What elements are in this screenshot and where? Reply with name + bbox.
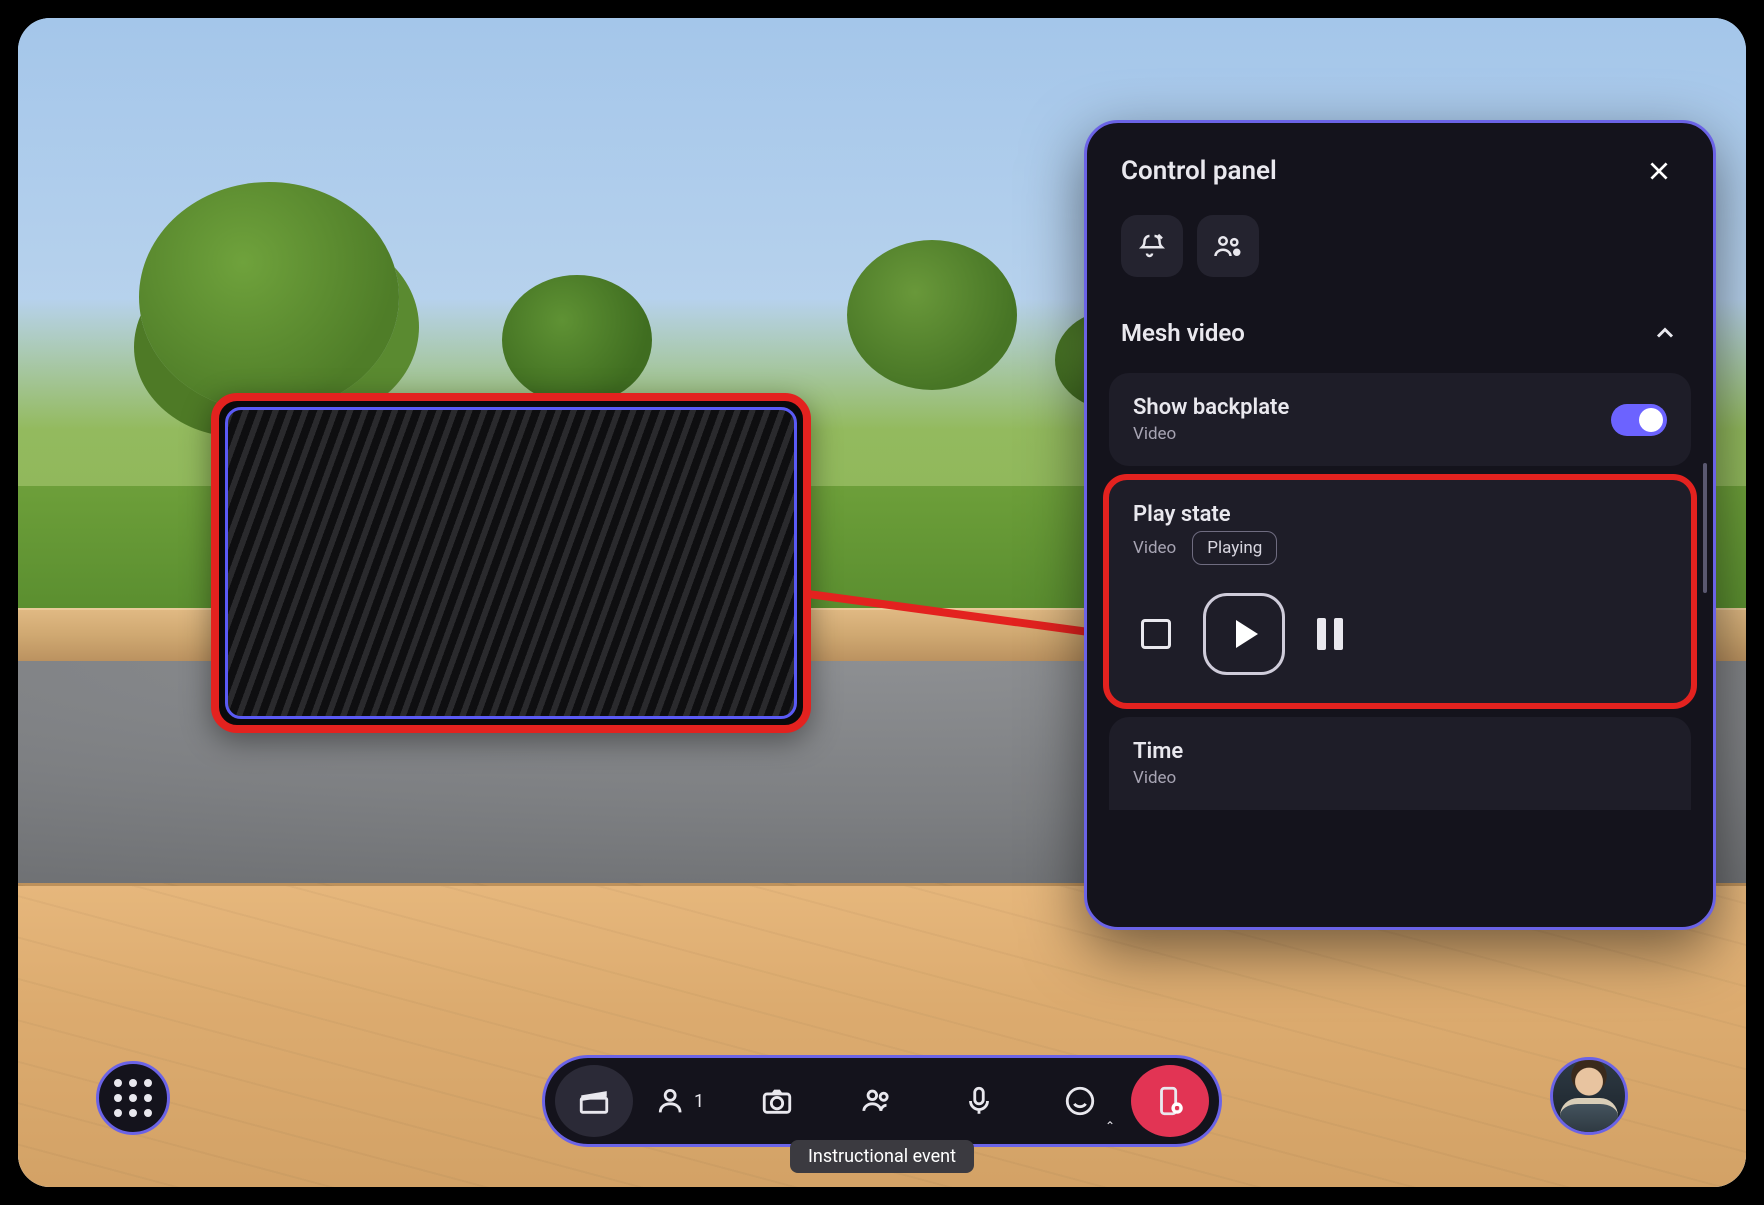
- play-button[interactable]: [1203, 593, 1285, 675]
- scene-3d-environment: Control panel Mesh video: [18, 18, 1746, 1187]
- notifications-button[interactable]: [1121, 215, 1183, 277]
- clapperboard-icon: [577, 1084, 611, 1118]
- people-icon: [1213, 231, 1243, 261]
- person-icon: [656, 1084, 690, 1118]
- leave-icon: [1153, 1084, 1187, 1118]
- toggle-knob: [1639, 408, 1663, 432]
- playstate-badge: Playing: [1192, 531, 1277, 565]
- section-header-mesh-video[interactable]: Mesh video: [1087, 301, 1713, 365]
- participants-button[interactable]: [1197, 215, 1259, 277]
- microphone-icon: [962, 1084, 996, 1118]
- backplate-sub: Video: [1133, 424, 1289, 444]
- stop-icon: [1141, 619, 1171, 649]
- media-controls: [1133, 593, 1667, 675]
- people-count: 1: [694, 1091, 704, 1112]
- smile-icon: [1063, 1084, 1097, 1118]
- chevron-up-icon: [1651, 319, 1679, 347]
- show-backplate-card: Show backplate Video: [1109, 373, 1691, 466]
- panel-title: Control panel: [1121, 156, 1277, 186]
- playstate-sub: Video: [1133, 538, 1176, 558]
- app-launcher-button[interactable]: [96, 1061, 170, 1135]
- people-count-button[interactable]: 1: [635, 1065, 725, 1137]
- video-content: [225, 407, 797, 719]
- close-button[interactable]: [1639, 151, 1679, 191]
- play-state-card-highlight: Play state Video Playing: [1103, 474, 1697, 709]
- chevron-up-icon: ⌃: [1105, 1119, 1115, 1133]
- tree-foliage: [139, 182, 399, 412]
- control-panel: Control panel Mesh video: [1084, 120, 1716, 930]
- playstate-title: Play state: [1133, 502, 1277, 527]
- time-card: Time Video: [1109, 717, 1691, 810]
- stop-button[interactable]: [1141, 619, 1171, 649]
- avatar-torso: [1560, 1098, 1618, 1135]
- share-screen-button[interactable]: [828, 1065, 927, 1137]
- bell-icon: [1137, 231, 1167, 261]
- section-title: Mesh video: [1121, 319, 1245, 347]
- grid-icon: [114, 1079, 152, 1117]
- video-screen-highlight[interactable]: [211, 393, 811, 733]
- pause-button[interactable]: [1317, 618, 1343, 650]
- reactions-button[interactable]: ⌃: [1030, 1065, 1129, 1137]
- bottom-dock: 1 ⌃: [542, 1055, 1222, 1147]
- play-icon: [1236, 620, 1258, 648]
- user-avatar[interactable]: [1550, 1057, 1628, 1135]
- time-title: Time: [1133, 739, 1667, 764]
- leave-button[interactable]: [1131, 1065, 1209, 1137]
- panel-toolbar: [1087, 209, 1713, 301]
- pause-icon: [1317, 618, 1343, 650]
- tree-foliage: [502, 275, 652, 405]
- microphone-button[interactable]: [929, 1065, 1028, 1137]
- camera-icon: [760, 1084, 794, 1118]
- camera-button[interactable]: [727, 1065, 826, 1137]
- close-icon: [1646, 158, 1672, 184]
- viewport: Control panel Mesh video: [0, 0, 1764, 1205]
- people-group-icon: [861, 1084, 895, 1118]
- backplate-title: Show backplate: [1133, 395, 1289, 420]
- clapperboard-button[interactable]: [555, 1065, 633, 1137]
- event-label: Instructional event: [790, 1140, 974, 1173]
- backplate-toggle[interactable]: [1611, 404, 1667, 436]
- tree-foliage: [847, 240, 1017, 390]
- time-sub: Video: [1133, 768, 1667, 788]
